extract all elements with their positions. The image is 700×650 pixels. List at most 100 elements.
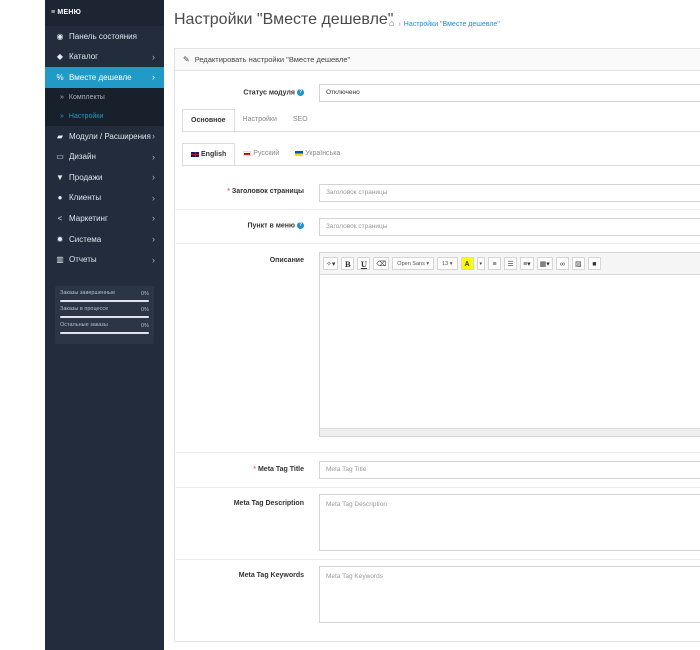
chevron-right-icon: ›: [152, 151, 155, 162]
dashboard-icon: ◉: [56, 31, 64, 41]
sidebar-item-8[interactable]: ✹ Система ›: [45, 229, 164, 250]
help-icon[interactable]: ?: [297, 222, 304, 229]
breadcrumb-separator: ›: [398, 21, 401, 28]
meta-title-input[interactable]: Meta Tag Title: [319, 461, 700, 479]
video-icon[interactable]: ■: [587, 257, 601, 270]
tab-lang-russian[interactable]: Русский: [235, 143, 287, 165]
desktop-icon: ▭: [56, 152, 64, 162]
sidebar-item-0[interactable]: ◉ Панель состояния: [45, 26, 164, 47]
order-stats: Заказы завершенные 0% Заказы в процессе 0% О…: [55, 286, 154, 344]
tab-settings[interactable]: Настройки: [235, 109, 285, 131]
sidebar-item-5[interactable]: ▼ Продажи ›: [45, 167, 164, 188]
sidebar-item-3[interactable]: ▰ Модули / Расширения ›: [45, 126, 164, 147]
sidebar-item-label: Панель состояния: [69, 31, 137, 41]
font-family-value: Open Sans: [397, 261, 425, 267]
tab-basic[interactable]: Основное: [182, 109, 235, 133]
meta-description-label: Meta Tag Description: [233, 500, 304, 507]
chevron-right-icon: ›: [152, 72, 155, 83]
sidebar-item-9[interactable]: ▥ Отчеты ›: [45, 249, 164, 270]
chevron-right-icon: ›: [152, 254, 155, 265]
sidebar-item-4[interactable]: ▭ Дизайн ›: [45, 146, 164, 167]
stat-value: 0%: [141, 291, 149, 297]
magic-wand-icon[interactable]: ✧▾: [323, 257, 339, 270]
page-title: Настройки "Вместе дешевле": [174, 11, 394, 28]
eraser-icon[interactable]: ⌫: [373, 257, 390, 270]
image-icon[interactable]: ▨: [571, 257, 585, 270]
paragraph-align-icon[interactable]: ≡▾: [520, 257, 534, 270]
sidebar-item-6[interactable]: ● Клиенты ›: [45, 188, 164, 209]
font-family-dropdown[interactable]: Open Sans ▾: [392, 257, 435, 270]
breadcrumb-link[interactable]: Настройки "Вместе дешевле": [404, 21, 500, 28]
stat-label: Остальные заказы: [60, 322, 108, 328]
meta-title-label-text: Meta Tag Title: [257, 466, 304, 473]
sidebar-item-7[interactable]: < Маркетинг ›: [45, 208, 164, 229]
editor-toolbar: ✧▾ B U ⌫ Open Sans ▾ 13 ▾ A ▾ ≡ ☰ ≡▾ ▦▾ …: [320, 253, 700, 275]
help-icon[interactable]: ?: [297, 89, 304, 96]
chevron-right-icon: ›: [152, 192, 155, 203]
stat-row: Заказы в процессе 0%: [60, 306, 149, 322]
tab-lang-ukrainian[interactable]: Українська: [287, 143, 348, 165]
sidebar-item-1[interactable]: ◆ Каталог ›: [45, 47, 164, 68]
stat-progress-bar: [60, 300, 149, 302]
sidebar-subitem-0[interactable]: » Комплекты: [45, 87, 164, 107]
bold-button[interactable]: B: [341, 257, 355, 270]
status-select[interactable]: Отключено: [319, 84, 700, 102]
chevron-right-icon: ›: [152, 51, 155, 62]
sidebar-item-label: Система: [69, 234, 102, 244]
link-icon[interactable]: ∞: [555, 257, 569, 270]
cart-icon: ▼: [56, 172, 64, 182]
sidebar-subitem-1[interactable]: » Настройки: [45, 106, 164, 126]
description-editor[interactable]: ✧▾ B U ⌫ Open Sans ▾ 13 ▾ A ▾ ≡ ☰ ≡▾ ▦▾ …: [319, 252, 700, 437]
breadcrumb: ⌂ › Настройки "Вместе дешевле": [389, 18, 500, 28]
lang-ukrainian-label: Українська: [305, 150, 341, 157]
double-chevron-icon: »: [60, 112, 64, 120]
home-icon[interactable]: ⌂: [389, 18, 394, 28]
page-title-input[interactable]: Заголовок страницы: [319, 184, 700, 202]
percent-icon: %: [56, 72, 64, 82]
menu-item-input[interactable]: Заголовок страницы: [319, 218, 700, 236]
sidebar-item-2[interactable]: % Вместе дешевле ›: [45, 67, 164, 88]
pencil-icon: ✎: [183, 55, 190, 64]
menu-toggle[interactable]: ≡ МЕНЮ: [45, 0, 164, 26]
color-dropdown-icon[interactable]: ▾: [476, 257, 486, 270]
editor-resize-bar[interactable]: [320, 428, 700, 436]
panel-heading-text: Редактировать настройки "Вместе дешевле": [194, 55, 351, 64]
menu-item-label: Пункт в меню?: [247, 222, 304, 229]
table-icon[interactable]: ▦▾: [536, 257, 553, 270]
font-size-dropdown[interactable]: 13 ▾: [437, 257, 458, 270]
chevron-right-icon: ›: [152, 172, 155, 183]
meta-description-textarea[interactable]: Meta Tag Description: [319, 494, 700, 551]
required-mark: *: [227, 188, 230, 195]
language-tabs: English Русский Українська: [182, 143, 348, 167]
sidebar-item-label: Вместе дешевле: [69, 72, 132, 82]
highlight-color-button[interactable]: A: [460, 257, 474, 270]
tab-seo[interactable]: SEO: [285, 109, 316, 131]
main-tabs: Основное Настройки SEO: [182, 109, 316, 133]
menu-item-label-text: Пункт в меню: [247, 222, 295, 230]
cog-icon: ✹: [56, 234, 64, 244]
sidebar-subitem-label: Комплекты: [68, 93, 105, 101]
panel-heading: ✎ Редактировать настройки "Вместе дешевле…: [175, 49, 700, 71]
unordered-list-icon[interactable]: ≡: [488, 257, 502, 270]
status-label-text: Статус модуля: [243, 89, 295, 97]
row-divider: [174, 243, 700, 244]
stat-progress-bar: [60, 316, 149, 318]
font-size-value: 13: [442, 261, 449, 267]
required-mark: *: [253, 466, 256, 473]
stat-value: 0%: [141, 323, 149, 329]
sidebar-item-label: Маркетинг: [69, 213, 108, 223]
sidebar-item-label: Отчеты: [69, 255, 97, 265]
russia-flag-icon: [243, 150, 252, 156]
page-title-label-text: Заголовок страницы: [231, 188, 304, 195]
description-label: Описание: [269, 257, 304, 264]
meta-keywords-textarea[interactable]: Meta Tag Keywords: [319, 566, 700, 623]
sidebar-item-label: Дизайн: [69, 152, 96, 162]
ordered-list-icon[interactable]: ☰: [504, 257, 518, 270]
tab-lang-english[interactable]: English: [182, 143, 236, 167]
underline-button[interactable]: U: [357, 257, 371, 270]
stat-label: Заказы в процессе: [60, 306, 109, 312]
page-title-label: * Заголовок страницы: [227, 188, 304, 195]
bar-chart-icon: ▥: [56, 255, 64, 265]
chevron-right-icon: ›: [152, 213, 155, 224]
stat-row: Заказы завершенные 0%: [60, 290, 149, 306]
